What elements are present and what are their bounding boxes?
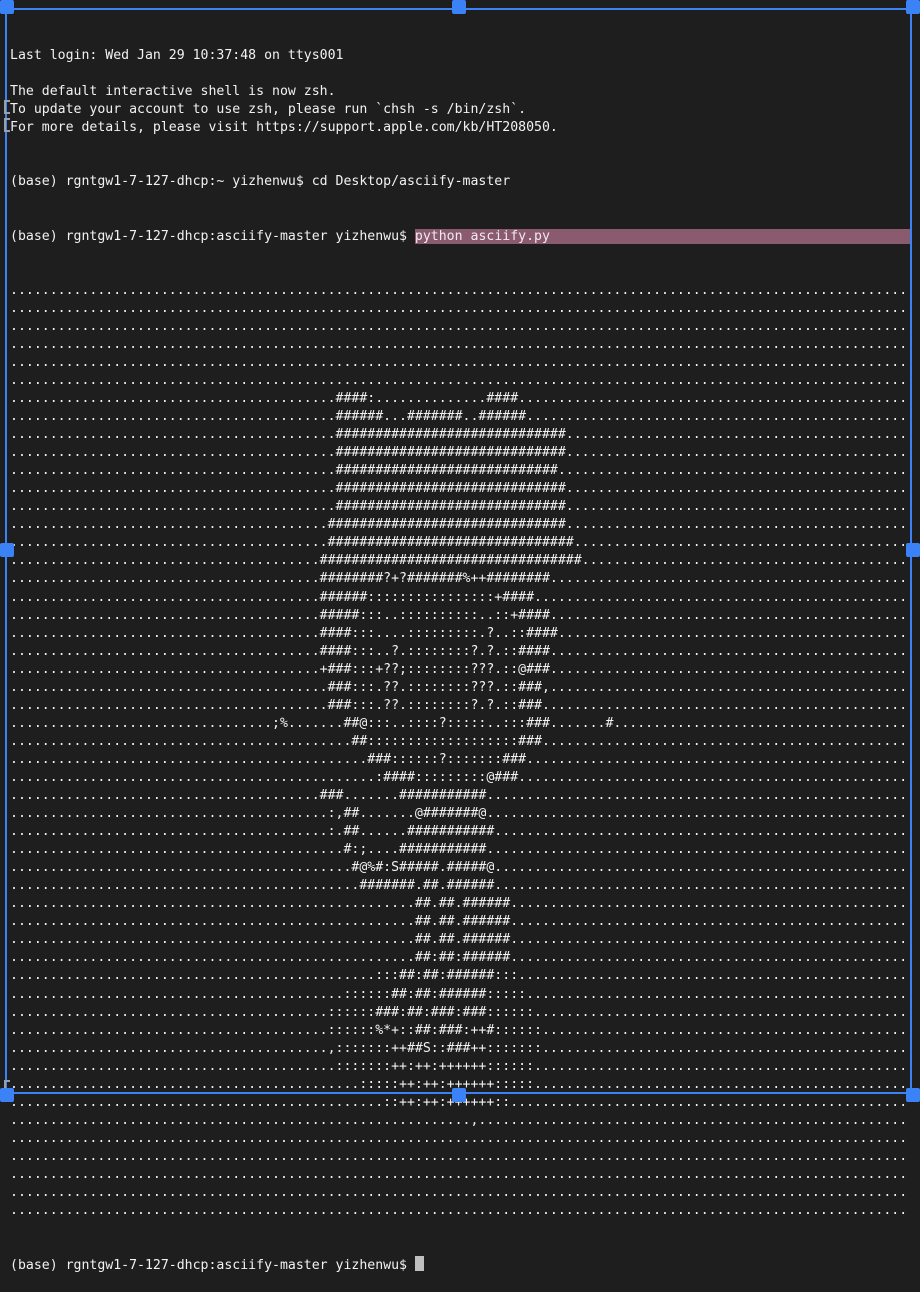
resize-handle-bottom[interactable] (452, 1088, 466, 1102)
resize-handle-bottom-right[interactable] (906, 1088, 920, 1102)
ascii-art-line: ........................................… (10, 697, 910, 713)
ascii-art-line: ........................................… (10, 950, 910, 966)
ascii-art-line: ........................................… (10, 1058, 910, 1074)
ascii-art-line: ........................................… (10, 878, 910, 894)
ascii-art-line: .......................................#… (10, 643, 910, 659)
ascii-art-line: ........................................… (10, 390, 910, 406)
command-line-cd: (base) rgntgw1-7-127-dhcp:~ yizhenwu$ cd… (10, 174, 511, 190)
ascii-art-line: ........................................… (10, 1167, 910, 1182)
ascii-art-line: .......................................#… (10, 788, 910, 804)
shell-prompt-final: (base) rgntgw1-7-127-dhcp:asciify-master… (10, 1258, 415, 1274)
ascii-art-line: ........................................… (10, 481, 910, 497)
ascii-art-line: ........................................… (10, 679, 910, 695)
ascii-art-line: .......................................#… (10, 571, 910, 587)
ascii-art-line: ........................................… (10, 409, 910, 425)
selection-highlight-fill (549, 228, 910, 244)
ascii-art-line: ........................................… (10, 1112, 910, 1128)
banner-line (10, 65, 910, 83)
ascii-art-line: ........................................… (10, 535, 910, 551)
ascii-art-line: .......................................#… (10, 607, 910, 623)
resize-handle-left[interactable] (0, 543, 14, 557)
ascii-art-line: ........................................… (10, 1022, 910, 1038)
ascii-art-line: ........................................… (10, 282, 910, 298)
command-line-python: (base) rgntgw1-7-127-dhcp:asciify-master… (10, 228, 910, 246)
login-banner: Last login: Wed Jan 29 10:37:48 on ttys0… (10, 47, 910, 137)
ascii-art-line: ........................................… (10, 427, 910, 443)
ascii-art-line: ........................................… (10, 300, 910, 316)
ascii-art-line: ........................................… (10, 1148, 910, 1164)
prompt-mark-icon (4, 118, 10, 132)
ascii-art-line: ........................................… (10, 896, 910, 912)
ascii-art-line: ........................................… (10, 445, 910, 461)
current-command-line[interactable]: (base) rgntgw1-7-127-dhcp:asciify-master… (10, 1256, 910, 1274)
ascii-art-line: ........................................… (10, 336, 910, 352)
ascii-art-line: ........................................… (10, 806, 910, 822)
ascii-art-line: ........................................… (10, 354, 910, 370)
ascii-art-line: ........................................… (10, 1004, 910, 1020)
text-cursor (414, 1256, 424, 1272)
ascii-art-line: ........................................… (10, 1185, 910, 1201)
ascii-art-line: ........................................… (10, 372, 910, 388)
ascii-art-line: ........................................… (10, 914, 910, 930)
resize-handle-top[interactable] (452, 0, 466, 14)
ascii-art-line: ........................................… (10, 1203, 910, 1219)
ascii-art-line: .......................................#… (10, 553, 910, 569)
ascii-art-line: ........................................… (10, 1130, 910, 1146)
resize-handle-bottom-left[interactable] (0, 1088, 14, 1102)
ascii-art-line: ........................................… (10, 318, 910, 334)
banner-line: The default interactive shell is now zsh… (10, 84, 336, 100)
ascii-art-line: ........................................… (10, 1040, 910, 1056)
ascii-art-line: ........................................… (10, 968, 910, 984)
ascii-art-line: .................................;%.....… (10, 715, 910, 731)
resize-handle-top-left[interactable] (0, 0, 14, 14)
ascii-art-output: ........................................… (10, 282, 910, 1220)
ascii-art-line: ........................................… (10, 842, 910, 858)
ascii-art-line: .......................................#… (10, 625, 910, 641)
ascii-art-line: ........................................… (10, 824, 910, 840)
prompt-mark-icon (4, 100, 10, 114)
selected-command[interactable]: python asciify.py (414, 228, 550, 244)
ascii-art-line: ........................................… (10, 751, 910, 767)
ascii-art-line: ........................................… (10, 499, 910, 515)
resize-handle-top-right[interactable] (906, 0, 920, 14)
ascii-art-line: ........................................… (10, 733, 910, 749)
banner-line: For more details, please visit https://s… (10, 120, 558, 136)
banner-line: To update your account to use zsh, pleas… (10, 102, 527, 118)
ascii-art-line: .......................................#… (10, 589, 910, 605)
banner-line: Last login: Wed Jan 29 10:37:48 on ttys0… (10, 48, 344, 64)
ascii-art-line: ........................................… (10, 986, 910, 1002)
ascii-art-line: ........................................… (10, 932, 910, 948)
ascii-art-line: ........................................… (10, 517, 910, 533)
ascii-art-line: ........................................… (10, 860, 910, 876)
resize-handle-right[interactable] (906, 543, 920, 557)
ascii-art-line: ........................................… (10, 463, 910, 479)
ascii-art-line: ........................................… (10, 769, 910, 785)
ascii-art-line: .......................................+… (10, 661, 910, 677)
shell-prompt: (base) rgntgw1-7-127-dhcp:asciify-master… (10, 228, 415, 244)
